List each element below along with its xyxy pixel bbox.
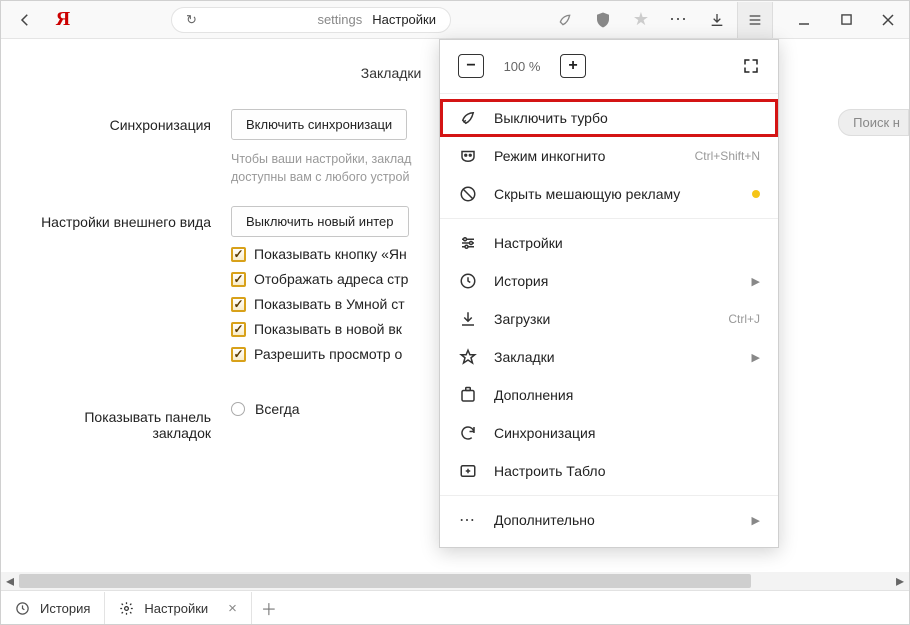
yandex-logo-icon[interactable]: Я <box>51 8 75 32</box>
menu-item-incognito[interactable]: Режим инкогнито Ctrl+Shift+N <box>440 137 778 175</box>
address-title: Настройки <box>372 12 436 27</box>
scroll-track[interactable] <box>19 572 891 590</box>
menu-item-bookmarks[interactable]: Закладки ▶ <box>440 338 778 376</box>
address-bar[interactable]: ↻ settings Настройки <box>75 7 547 33</box>
nav-bookmarks[interactable]: Закладки <box>361 65 422 81</box>
gear-icon <box>119 601 134 616</box>
menu-item-tableau[interactable]: Настроить Табло <box>440 452 778 490</box>
menu-item-extensions[interactable]: Дополнения <box>440 376 778 414</box>
menu-item-history[interactable]: История ▶ <box>440 262 778 300</box>
checkbox-icon: ✓ <box>231 272 246 287</box>
turbo-indicator-icon[interactable] <box>547 2 583 38</box>
zoom-controls: − 100 % + <box>440 48 778 88</box>
scroll-left-button[interactable]: ◂ <box>1 572 19 590</box>
zoom-level: 100 % <box>498 59 546 74</box>
window-close-button[interactable] <box>867 2 909 38</box>
star-icon <box>458 347 478 367</box>
enable-sync-button[interactable]: Включить синхронизаци <box>231 109 407 140</box>
back-button[interactable] <box>13 8 37 32</box>
menu-item-settings[interactable]: Настройки <box>440 224 778 262</box>
new-tab-button[interactable]: ＋ <box>252 592 286 624</box>
chevron-right-icon: ▶ <box>752 514 760 527</box>
bookmark-star-icon[interactable]: ★ <box>623 2 659 38</box>
tableau-icon <box>458 461 478 481</box>
scroll-right-button[interactable]: ▸ <box>891 572 909 590</box>
tab-settings[interactable]: Настройки × <box>105 592 252 624</box>
shortcut-label: Ctrl+Shift+N <box>695 149 760 163</box>
tab-settings-label: Настройки <box>144 601 208 616</box>
rocket-icon <box>458 108 478 128</box>
window-maximize-button[interactable] <box>825 2 867 38</box>
main-menu-button[interactable] <box>737 2 773 38</box>
menu-item-hide-ads[interactable]: Скрыть мешающую рекламу <box>440 175 778 213</box>
menu-item-turbo[interactable]: Выключить турбо <box>440 99 778 137</box>
horizontal-scrollbar[interactable]: ◂ ▸ <box>1 572 909 590</box>
clock-icon <box>458 271 478 291</box>
reload-icon[interactable]: ↻ <box>186 12 197 28</box>
more-icon: ⋯ <box>458 510 478 530</box>
scroll-thumb[interactable] <box>19 574 751 588</box>
chevron-right-icon: ▶ <box>752 275 760 288</box>
protect-icon[interactable] <box>585 2 621 38</box>
download-icon <box>458 309 478 329</box>
search-input[interactable]: Поиск н <box>838 109 909 136</box>
bottom-tab-bar: История Настройки × ＋ <box>1 590 909 624</box>
status-dot-icon <box>752 190 760 198</box>
clock-icon <box>15 601 30 616</box>
sync-section-label: Синхронизация <box>25 109 231 186</box>
sliders-icon <box>458 233 478 253</box>
checkbox-icon: ✓ <box>231 297 246 312</box>
extension-icon <box>458 385 478 405</box>
checkbox-icon: ✓ <box>231 347 246 362</box>
tab-history-label: История <box>40 601 90 616</box>
checkbox-icon: ✓ <box>231 322 246 337</box>
mask-icon <box>458 146 478 166</box>
no-ads-icon <box>458 184 478 204</box>
disable-new-ui-button[interactable]: Выключить новый интер <box>231 206 409 237</box>
appearance-section-label: Настройки внешнего вида <box>25 206 231 371</box>
shortcut-label: Ctrl+J <box>728 312 760 326</box>
address-scheme: settings <box>317 12 362 27</box>
window-minimize-button[interactable] <box>783 2 825 38</box>
more-actions-icon[interactable]: ⋯ <box>661 2 697 38</box>
checkbox-icon: ✓ <box>231 247 246 262</box>
title-bar: Я ↻ settings Настройки ★ ⋯ <box>1 1 909 39</box>
menu-item-sync[interactable]: Синхронизация <box>440 414 778 452</box>
sync-icon <box>458 423 478 443</box>
bookmarks-panel-label: Показывать панель закладок <box>25 401 231 441</box>
main-menu-dropdown: − 100 % + Выключить турбо Режим инкогнит… <box>439 39 779 548</box>
tab-close-icon[interactable]: × <box>228 600 237 617</box>
fullscreen-icon[interactable] <box>742 57 760 75</box>
menu-item-more[interactable]: ⋯ Дополнительно ▶ <box>440 501 778 539</box>
downloads-icon[interactable] <box>699 2 735 38</box>
tab-history[interactable]: История <box>1 592 105 624</box>
menu-item-downloads[interactable]: Загрузки Ctrl+J <box>440 300 778 338</box>
zoom-in-button[interactable]: + <box>560 54 586 78</box>
chevron-right-icon: ▶ <box>752 351 760 364</box>
radio-icon <box>231 402 245 416</box>
zoom-out-button[interactable]: − <box>458 54 484 78</box>
